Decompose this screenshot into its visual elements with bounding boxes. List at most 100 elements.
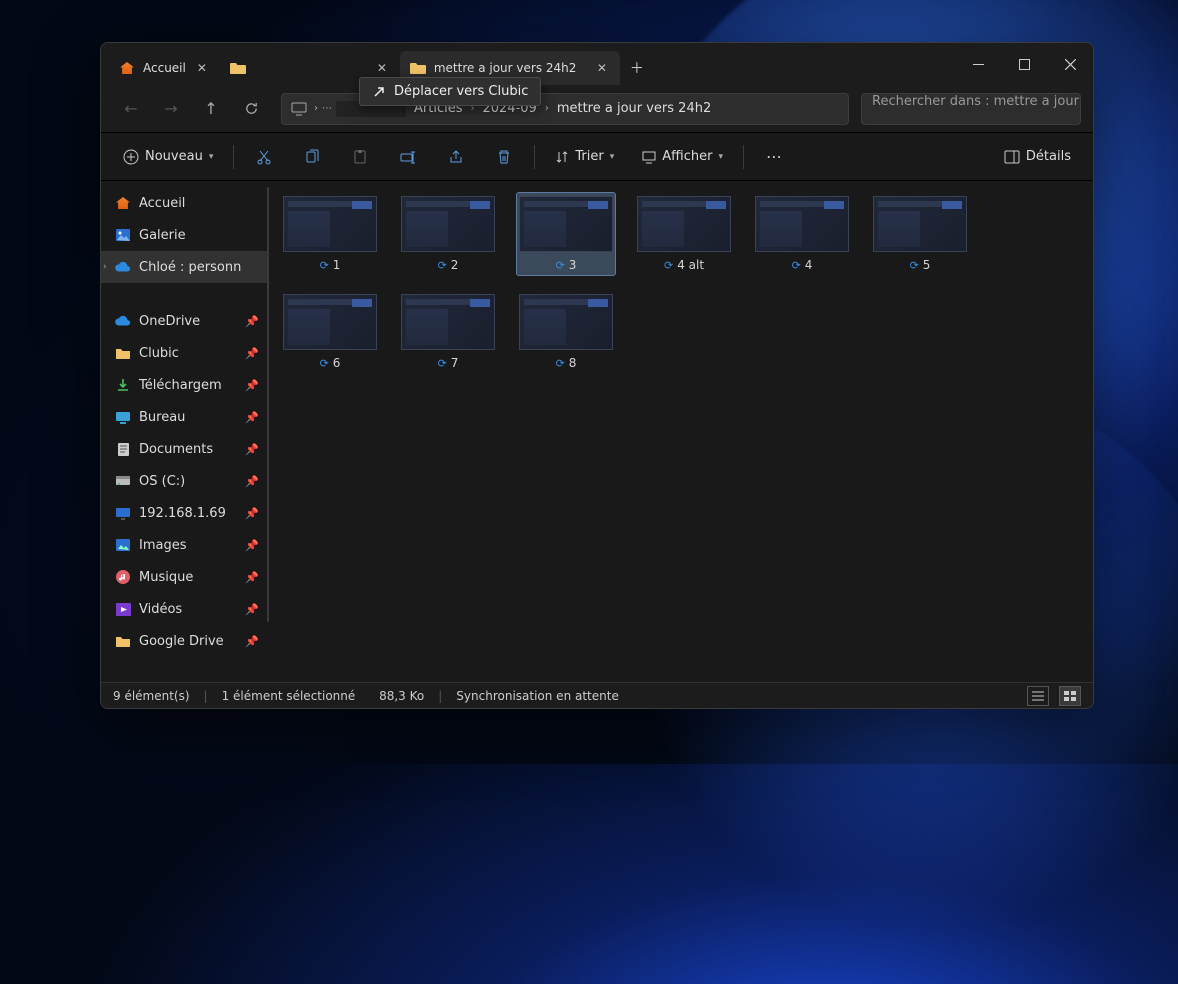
- view-label: Afficher: [662, 149, 712, 164]
- refresh-button[interactable]: [233, 91, 269, 127]
- sidebar-item-label: Téléchargem: [139, 378, 222, 393]
- tab-label: Accueil: [143, 61, 186, 75]
- tab-close-button[interactable]: ✕: [594, 60, 610, 76]
- pin-icon[interactable]: 📌: [245, 603, 259, 616]
- copy-button[interactable]: [292, 140, 332, 174]
- file-label: ⟳5: [910, 258, 931, 272]
- thumbnail: [519, 294, 613, 350]
- sidebar-item-label: Clubic: [139, 346, 179, 361]
- ellipsis-icon[interactable]: ⋯: [322, 103, 332, 114]
- file-item[interactable]: ⟳6: [281, 291, 379, 373]
- sidebar[interactable]: AccueilGalerie›Chloé : personnOneDrive📌C…: [101, 181, 269, 682]
- delete-button[interactable]: [484, 140, 524, 174]
- details-pane-button[interactable]: Détails: [994, 140, 1081, 174]
- more-button[interactable]: ⋯: [754, 140, 794, 174]
- file-item[interactable]: ⟳3: [517, 193, 615, 275]
- sort-button[interactable]: Trier ▾: [545, 140, 624, 174]
- chevron-right-icon[interactable]: ›: [314, 103, 318, 114]
- pin-icon[interactable]: 📌: [245, 315, 259, 328]
- new-tab-button[interactable]: ＋: [620, 51, 654, 85]
- view-icon: [642, 150, 656, 164]
- thumbnail: [755, 196, 849, 252]
- paste-button[interactable]: [340, 140, 380, 174]
- download-icon: [115, 377, 131, 393]
- window-controls: [955, 43, 1093, 85]
- sidebar-item-documents[interactable]: Documents 📌: [101, 433, 269, 465]
- file-item[interactable]: ⟳7: [399, 291, 497, 373]
- sidebar-item-galerie[interactable]: Galerie: [101, 219, 269, 251]
- pin-icon[interactable]: 📌: [245, 475, 259, 488]
- content-area[interactable]: ⟳1 ⟳2 ⟳3⟳4 alt ⟳4 ⟳5 ⟳6⟳7⟳8: [269, 181, 1093, 682]
- drag-tooltip-text: Déplacer vers Clubic: [394, 84, 528, 99]
- sidebar-item-os-c-[interactable]: OS (C:)📌: [101, 465, 269, 497]
- file-item[interactable]: ⟳2: [399, 193, 497, 275]
- chevron-down-icon: ▾: [209, 152, 214, 162]
- back-button[interactable]: ←: [113, 91, 149, 127]
- chevron-down-icon: ▾: [718, 152, 723, 162]
- onedrive-icon: [115, 259, 131, 275]
- sidebar-item-clubic[interactable]: Clubic 📌: [101, 337, 269, 369]
- file-item[interactable]: ⟳1: [281, 193, 379, 275]
- file-item[interactable]: ⟳8: [517, 291, 615, 373]
- file-label: ⟳4: [792, 258, 813, 272]
- sidebar-item-label: Vidéos: [139, 602, 182, 617]
- pin-icon[interactable]: 📌: [245, 539, 259, 552]
- pin-icon[interactable]: 📌: [245, 507, 259, 520]
- sidebar-item-192-168-1-69[interactable]: 192.168.1.69📌: [101, 497, 269, 529]
- file-item[interactable]: ⟳4: [753, 193, 851, 275]
- pin-icon[interactable]: 📌: [245, 443, 259, 456]
- minimize-button[interactable]: [955, 43, 1001, 85]
- sidebar-item-accueil[interactable]: Accueil: [101, 187, 269, 219]
- cut-button[interactable]: [244, 140, 284, 174]
- tab-accueil[interactable]: Accueil ✕: [109, 51, 220, 85]
- monitor-icon: [288, 98, 310, 120]
- details-label: Détails: [1026, 149, 1071, 164]
- sidebar-item-vid-os[interactable]: Vidéos 📌: [101, 593, 269, 625]
- sync-icon: ⟳: [556, 259, 565, 272]
- sidebar-item-label: Documents: [139, 442, 213, 457]
- rename-button[interactable]: [388, 140, 428, 174]
- sidebar-item-t-l-chargem[interactable]: Téléchargem 📌: [101, 369, 269, 401]
- new-button[interactable]: Nouveau ▾: [113, 140, 223, 174]
- status-count: 9 élément(s): [113, 689, 190, 703]
- pin-icon[interactable]: 📌: [245, 347, 259, 360]
- sidebar-item-google-drive[interactable]: Google Drive📌: [101, 625, 269, 657]
- forward-button[interactable]: →: [153, 91, 189, 127]
- file-label: ⟳2: [438, 258, 459, 272]
- monitor-icon: [115, 505, 131, 521]
- chevron-right-icon[interactable]: ›: [545, 103, 549, 114]
- details-icon: [1004, 150, 1020, 164]
- drag-tooltip: Déplacer vers Clubic: [359, 77, 541, 106]
- sidebar-item-images[interactable]: Images📌: [101, 529, 269, 561]
- search-input[interactable]: Rechercher dans : mettre a jour v: [861, 93, 1081, 125]
- up-button[interactable]: ↑: [193, 91, 229, 127]
- thumbnail: [283, 196, 377, 252]
- tab-close-button[interactable]: ✕: [194, 60, 210, 76]
- pin-icon[interactable]: 📌: [245, 379, 259, 392]
- file-item[interactable]: ⟳4 alt: [635, 193, 733, 275]
- body: AccueilGalerie›Chloé : personnOneDrive📌C…: [101, 181, 1093, 682]
- view-thumbnails-button[interactable]: [1059, 686, 1081, 706]
- sidebar-item-musique[interactable]: Musique📌: [101, 561, 269, 593]
- sidebar-item-bureau[interactable]: Bureau📌: [101, 401, 269, 433]
- chevron-right-icon[interactable]: ›: [103, 262, 107, 272]
- maximize-button[interactable]: [1001, 43, 1047, 85]
- pin-icon[interactable]: 📌: [245, 411, 259, 424]
- tab-close-button[interactable]: ✕: [374, 60, 390, 76]
- sidebar-item-chlo-personn[interactable]: ›Chloé : personn: [101, 251, 269, 283]
- view-button[interactable]: Afficher ▾: [632, 140, 733, 174]
- sync-icon: ⟳: [320, 259, 329, 272]
- file-item[interactable]: ⟳5: [871, 193, 969, 275]
- breadcrumb-item[interactable]: mettre a jour vers 24h2: [553, 99, 715, 118]
- sync-icon: ⟳: [556, 357, 565, 370]
- view-list-button[interactable]: [1027, 686, 1049, 706]
- sync-icon: ⟳: [320, 357, 329, 370]
- sidebar-item-label: OneDrive: [139, 314, 200, 329]
- share-button[interactable]: [436, 140, 476, 174]
- window-close-button[interactable]: [1047, 43, 1093, 85]
- thumbnail: [401, 196, 495, 252]
- pin-icon[interactable]: 📌: [245, 635, 259, 648]
- gallery-icon: [115, 227, 131, 243]
- sidebar-item-onedrive[interactable]: OneDrive 📌: [101, 305, 269, 337]
- pin-icon[interactable]: 📌: [245, 571, 259, 584]
